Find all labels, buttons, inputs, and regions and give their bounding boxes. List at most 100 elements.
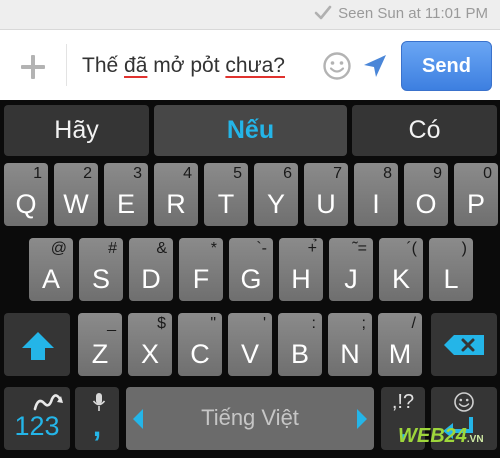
key-secondary-label: @	[50, 240, 67, 257]
key-u[interactable]: 7U	[304, 163, 348, 226]
smiley-icon	[454, 392, 474, 412]
key-secondary-label: 5	[233, 165, 242, 182]
key-label: G	[240, 264, 262, 294]
key-secondary-label: 6	[283, 165, 292, 182]
keyboard: Hãy Nếu Có 1Q2W3E4R5T6Y7U8I9O0P @ A # S & D * F…	[0, 100, 500, 458]
key-label: O	[415, 189, 437, 219]
key-y[interactable]: 6Y	[254, 163, 298, 226]
key-secondary-label: "	[210, 315, 216, 332]
key-label: T	[217, 189, 235, 219]
key-l[interactable]: ) L	[429, 238, 473, 301]
key-label: Y	[266, 189, 285, 219]
check-icon	[314, 5, 332, 20]
key-secondary-label: 3	[133, 165, 142, 182]
key-secondary-label: *	[210, 240, 217, 257]
key-secondary-label: `-	[256, 240, 267, 257]
space-key[interactable]: Tiếng Việt	[126, 387, 374, 450]
key-p[interactable]: 0P	[454, 163, 498, 226]
message-word: pỏt	[190, 54, 220, 77]
key-secondary-label: 4	[183, 165, 192, 182]
swipe-icon	[33, 394, 63, 411]
key-label: S	[91, 264, 110, 294]
key-secondary-label: '	[262, 315, 266, 332]
key-secondary-label: &	[156, 240, 167, 257]
key-secondary-label: 2	[83, 165, 92, 182]
key-secondary-label: $	[157, 315, 166, 332]
key-e[interactable]: 3E	[104, 163, 148, 226]
key-label: I	[372, 189, 380, 219]
key-z[interactable]: _ Z	[78, 313, 122, 376]
key-g[interactable]: `- G	[229, 238, 273, 301]
key-label: P	[466, 189, 485, 219]
key-label: X	[140, 339, 159, 369]
key-label: D	[141, 264, 161, 294]
key-label: F	[192, 264, 210, 294]
backspace-icon	[444, 335, 484, 355]
key-w[interactable]: 2W	[54, 163, 98, 226]
shift-arrow-icon	[22, 332, 54, 360]
key-d[interactable]: & D	[129, 238, 173, 301]
comma-key[interactable]: ,	[75, 387, 119, 450]
key-m[interactable]: / M	[378, 313, 422, 376]
key-s[interactable]: # S	[79, 238, 123, 301]
key-secondary-label: ˜=	[352, 240, 367, 257]
key-label: N	[340, 339, 360, 369]
suggestion-bar: Hãy Nếu Có	[0, 100, 500, 160]
status-strip: Seen Sun at 11:01 PM	[0, 0, 500, 30]
key-label: M	[388, 339, 412, 369]
key-k[interactable]: ´(K	[379, 238, 423, 301]
key-secondary-label: :	[311, 315, 316, 332]
backspace-key[interactable]	[431, 313, 497, 376]
divider	[66, 44, 67, 86]
shift-key[interactable]	[4, 313, 70, 376]
key-v[interactable]: ' V	[228, 313, 272, 376]
key-r[interactable]: 4R	[154, 163, 198, 226]
watermark-text: WEB24	[398, 425, 467, 447]
suggestion-item[interactable]: Có	[352, 105, 497, 156]
key-secondary-label: 7	[333, 165, 342, 182]
key-secondary-label: 8	[383, 165, 392, 182]
key-t[interactable]: 5T	[204, 163, 248, 226]
key-f[interactable]: * F	[179, 238, 223, 301]
send-button[interactable]: Send	[401, 41, 492, 91]
key-i[interactable]: 8I	[354, 163, 398, 226]
plus-icon[interactable]	[18, 52, 48, 82]
key-label: U	[316, 189, 336, 219]
key-secondary-label: ´(	[406, 240, 417, 257]
watermark-suffix: .VN	[466, 434, 484, 445]
chevron-right-icon[interactable]	[356, 409, 368, 429]
key-label: L	[443, 264, 459, 294]
watermark: WEB24.VN	[398, 425, 484, 448]
navigation-arrow-icon[interactable]	[362, 53, 388, 79]
numbers-label: 123	[14, 411, 60, 441]
key-secondary-label: 0	[483, 165, 492, 182]
key-n[interactable]: ; N	[328, 313, 372, 376]
key-secondary-label: 1	[33, 165, 42, 182]
key-o[interactable]: 9O	[404, 163, 448, 226]
key-b[interactable]: :B	[278, 313, 322, 376]
key-c[interactable]: " C	[178, 313, 222, 376]
key-label: A	[41, 264, 60, 294]
comma-label: ,	[92, 410, 102, 443]
key-x[interactable]: $ X	[128, 313, 172, 376]
numbers-key[interactable]: 123	[4, 387, 70, 450]
key-j[interactable]: ˜= J	[329, 238, 373, 301]
suggestion-item[interactable]: Hãy	[4, 105, 149, 156]
message-word: mở	[153, 54, 185, 77]
key-secondary-label: /	[411, 315, 416, 332]
key-secondary-label: _	[107, 315, 116, 332]
key-label: J	[344, 264, 358, 294]
key-label: V	[240, 339, 259, 369]
suggestion-item-active[interactable]: Nếu	[154, 105, 347, 156]
key-label: Q	[15, 189, 37, 219]
compose-bar: Thế đã mở pỏt chưa? Send	[0, 30, 500, 100]
key-q[interactable]: 1Q	[4, 163, 48, 226]
key-h[interactable]: +̉ H	[279, 238, 323, 301]
seen-text: Seen Sun at 11:01 PM	[338, 4, 488, 22]
key-label: E	[116, 189, 135, 219]
message-input[interactable]: Thế đã mở pỏt chưa?	[82, 50, 312, 82]
key-label: R	[166, 189, 186, 219]
smiley-icon[interactable]	[322, 51, 352, 81]
key-label: C	[190, 339, 210, 369]
key-a[interactable]: @ A	[29, 238, 73, 301]
